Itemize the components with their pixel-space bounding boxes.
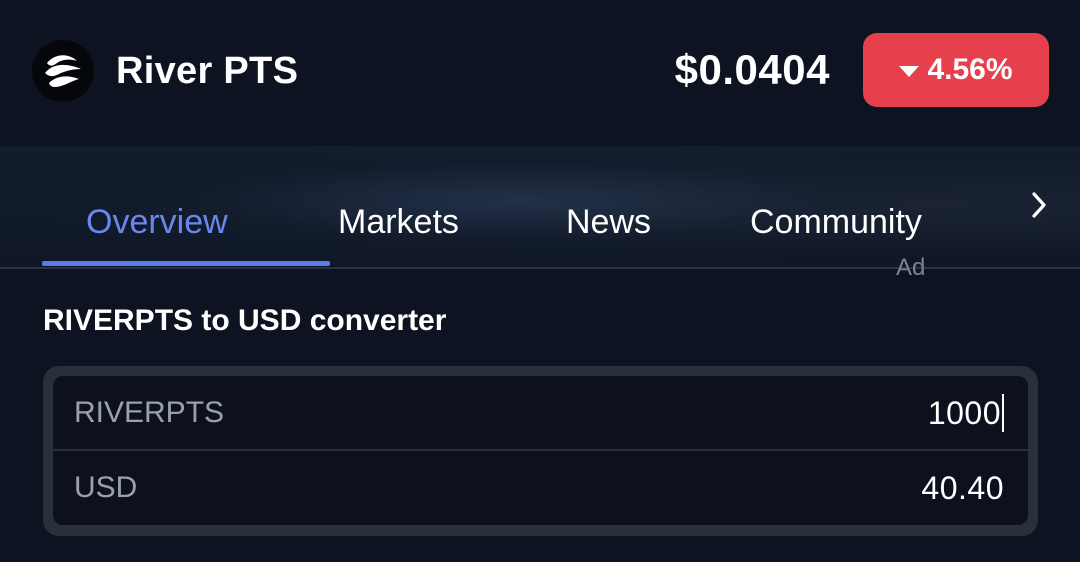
usd-label: USD <box>74 471 138 504</box>
tab-community[interactable]: Community <box>750 200 922 244</box>
price-change-badge: 4.56% <box>863 33 1049 107</box>
riverpts-label: RIVERPTS <box>74 396 225 429</box>
converter-title: RIVERPTS to USD converter <box>43 304 447 337</box>
text-cursor <box>1002 394 1004 432</box>
converter-row-riverpts[interactable]: RIVERPTS 1000 <box>53 376 1028 450</box>
river-logo-icon <box>32 40 94 102</box>
price-change-value: 4.56% <box>927 53 1013 86</box>
usd-input[interactable]: 40.40 <box>921 469 1004 507</box>
converter-row-usd[interactable]: USD 40.40 <box>53 451 1028 525</box>
coin-page: River PTS $0.0404 4.56% Overview Markets… <box>0 0 1080 562</box>
riverpts-input[interactable]: 1000 <box>928 394 1004 432</box>
tab-overview[interactable]: Overview <box>86 200 228 244</box>
coin-header: River PTS $0.0404 4.56% <box>0 0 1080 146</box>
converter-fields: RIVERPTS 1000 USD 40.40 <box>53 376 1028 525</box>
caret-down-icon <box>899 65 920 77</box>
ad-label: Ad <box>896 254 926 281</box>
riverpts-input-value: 1000 <box>927 395 1001 431</box>
chevron-right-icon[interactable] <box>1026 190 1052 220</box>
coin-price: $0.0404 <box>674 46 830 93</box>
tab-markets[interactable]: Markets <box>338 200 459 244</box>
coin-name: River PTS <box>116 50 299 92</box>
tab-news[interactable]: News <box>566 200 651 244</box>
active-tab-indicator <box>42 261 330 266</box>
river-logo-glyph <box>45 55 81 87</box>
